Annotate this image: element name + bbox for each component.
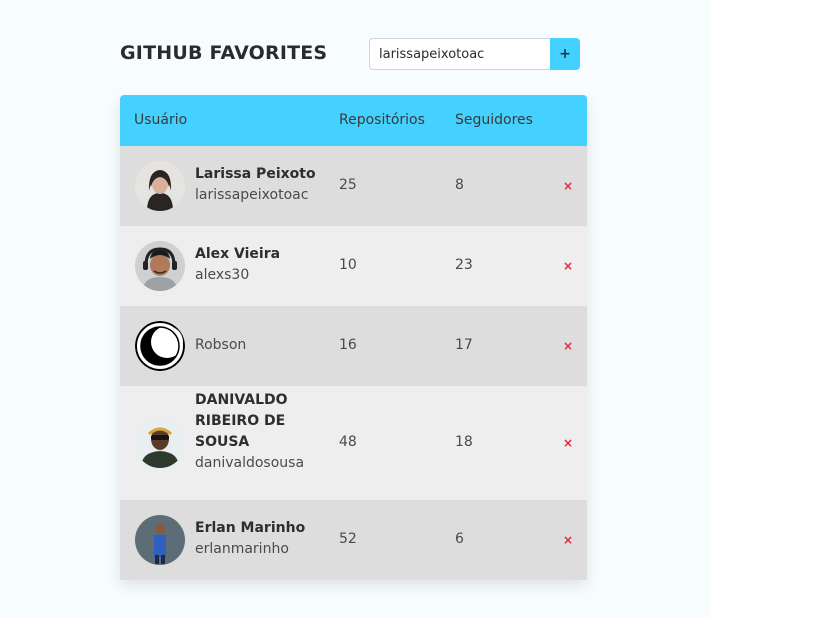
- table-row: Larissa Peixoto larissapeixotoac 25 8 ×: [120, 146, 587, 226]
- table-row: Robson 16 17 ×: [120, 306, 587, 386]
- repositories-count: 16: [339, 337, 357, 353]
- table-row: Erlan Marinho erlanmarinho 52 6 ×: [120, 500, 587, 580]
- user-login: alexs30: [195, 267, 250, 283]
- table-header: Usuário Repositórios Seguidores: [120, 95, 587, 146]
- followers-count: 8: [455, 177, 464, 193]
- user-login: danivaldosousa: [195, 455, 305, 471]
- user-info: Robson: [195, 335, 246, 356]
- user-login: erlanmarinho: [195, 541, 289, 557]
- remove-button[interactable]: ×: [560, 338, 576, 354]
- avatar: [135, 515, 185, 565]
- repositories-count: 10: [339, 257, 357, 273]
- user-name: Alex Vieira: [195, 246, 281, 262]
- favorites-table: Usuário Repositórios Seguidores Larissa …: [120, 95, 587, 580]
- user-login: Robson: [195, 337, 247, 353]
- avatar: [135, 241, 185, 291]
- search-input[interactable]: [369, 38, 550, 70]
- remove-button[interactable]: ×: [560, 258, 576, 274]
- page-title: GITHUB FAVORITES: [120, 42, 328, 64]
- column-header-followers: Seguidores: [455, 112, 533, 128]
- user-name: Larissa Peixoto: [195, 166, 316, 182]
- avatar: [135, 418, 185, 468]
- user-info: Erlan Marinho erlanmarinho: [195, 518, 305, 560]
- header: GITHUB FAVORITES +: [120, 38, 580, 70]
- remove-button[interactable]: ×: [560, 532, 576, 548]
- followers-count: 23: [455, 257, 473, 273]
- user-info: Alex Vieira alexs30: [195, 244, 280, 286]
- remove-button[interactable]: ×: [560, 178, 576, 194]
- followers-count: 6: [455, 531, 464, 547]
- avatar: [135, 321, 185, 371]
- add-favorite-button[interactable]: +: [550, 38, 580, 70]
- repositories-count: 25: [339, 177, 357, 193]
- user-name: Erlan Marinho: [195, 520, 306, 536]
- table-row: Alex Vieira alexs30 10 23 ×: [120, 226, 587, 306]
- table-row: DANIVALDO RIBEIRO DE SOUSA danivaldosous…: [120, 386, 587, 500]
- remove-button[interactable]: ×: [560, 435, 576, 451]
- repositories-count: 48: [339, 434, 357, 450]
- user-info: DANIVALDO RIBEIRO DE SOUSA danivaldosous…: [195, 390, 325, 474]
- avatar: [135, 161, 185, 211]
- repositories-count: 52: [339, 531, 357, 547]
- user-name: DANIVALDO RIBEIRO DE SOUSA: [195, 392, 288, 450]
- user-info: Larissa Peixoto larissapeixotoac: [195, 164, 316, 206]
- column-header-repositories: Repositórios: [339, 112, 425, 128]
- followers-count: 17: [455, 337, 473, 353]
- column-header-user: Usuário: [134, 112, 188, 128]
- followers-count: 18: [455, 434, 473, 450]
- user-login: larissapeixotoac: [195, 187, 309, 203]
